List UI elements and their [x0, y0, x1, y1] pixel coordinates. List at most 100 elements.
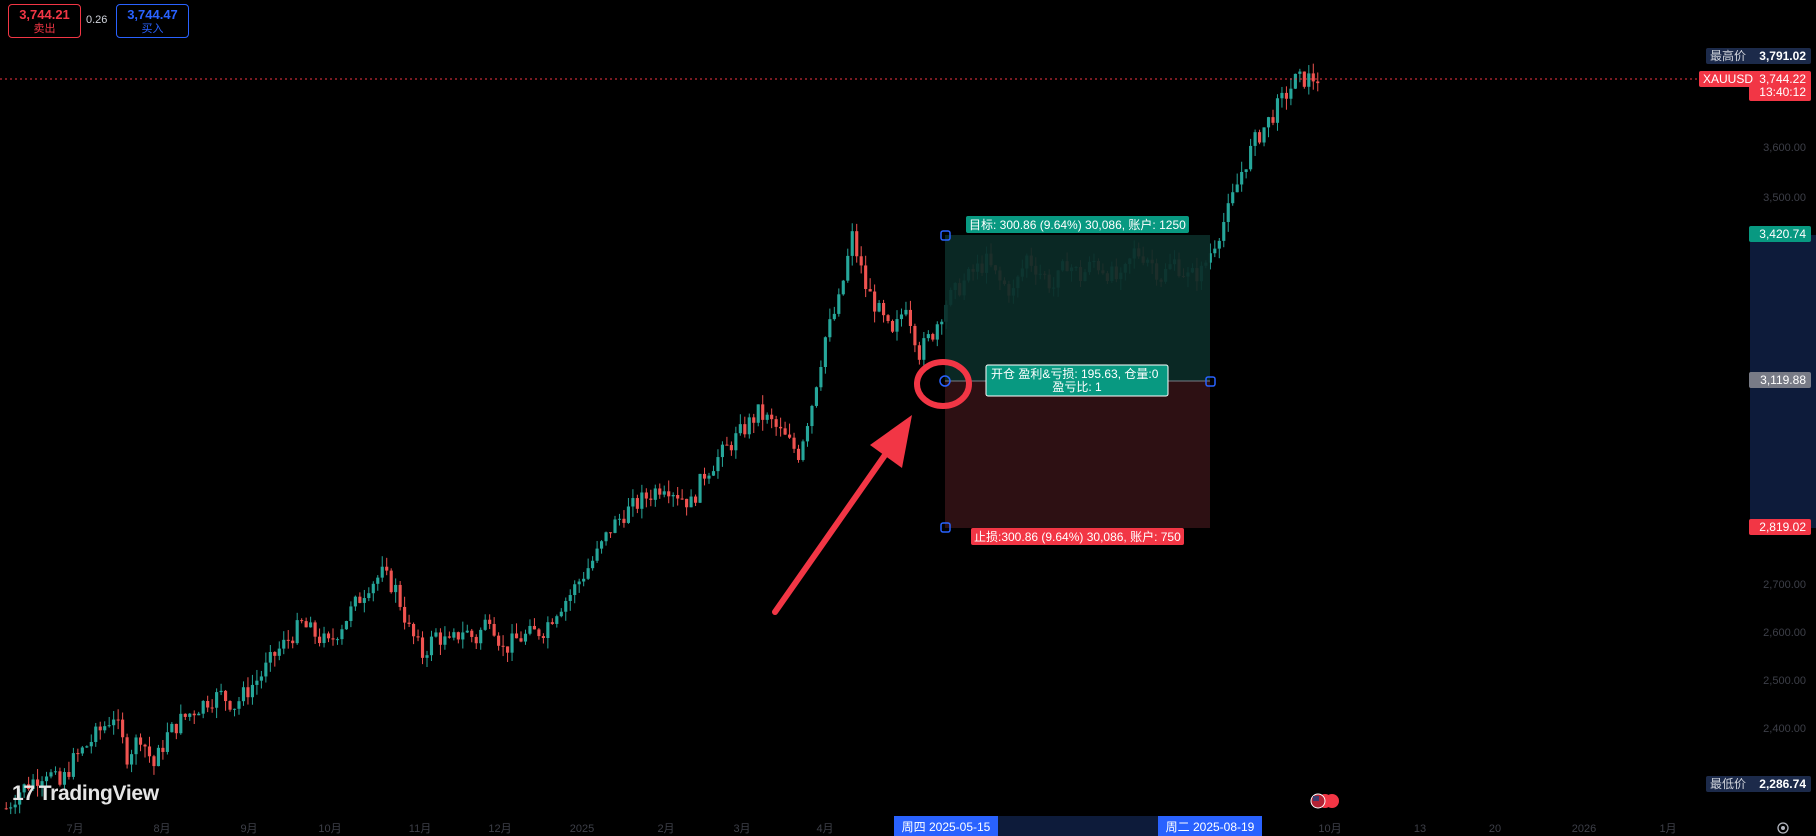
candle-body [631, 498, 635, 507]
stop-label: 止损:300.86 (9.64%) 30,086, 账户: 750 [974, 529, 1181, 544]
price-axis[interactable]: 3,600.00 3,500.00 2,700.00 2,600.00 2,50… [1746, 0, 1816, 836]
candle-body [1249, 145, 1253, 170]
current-price-value: 3,744.22 [1759, 72, 1806, 86]
candle-body [855, 231, 859, 257]
candle-body [779, 426, 783, 429]
candle-body [152, 756, 156, 767]
tradingview-logo[interactable]: 17 TradingView [12, 782, 159, 806]
buy-price: 3,744.47 [127, 7, 178, 22]
candle-body [479, 629, 483, 644]
candle-body [774, 419, 778, 427]
candle-body [1262, 127, 1266, 143]
candle-body [796, 448, 801, 460]
candle-body [85, 746, 89, 748]
candle-body [143, 744, 147, 747]
candle-body [792, 437, 796, 449]
candle-body [662, 491, 666, 495]
candle-body [550, 622, 554, 624]
candle-body [241, 687, 246, 702]
buy-button[interactable]: 3,744.47 买入 [116, 4, 189, 38]
candle-body [367, 593, 371, 599]
candle-body [564, 600, 568, 612]
candle-body [716, 457, 720, 472]
time-tick-label: 11月 [409, 823, 431, 835]
candle-body [67, 772, 71, 777]
candle-body [667, 491, 671, 497]
loss-zone[interactable] [945, 381, 1210, 528]
chart-stage[interactable]: 目标: 300.86 (9.64%) 30,086, 账户: 1250 开仓 盈… [0, 0, 1816, 836]
candle-body [1231, 192, 1235, 204]
sell-price: 3,744.21 [19, 7, 70, 22]
candle-body [1226, 203, 1230, 223]
us-events-icon[interactable] [1310, 793, 1339, 809]
time-axis[interactable]: 7月 8月 9月 10月 11月 12月 2025 2月 3月 4月 10月 13 20 2026 1月 周… [0, 816, 1746, 836]
candle-body [1311, 73, 1315, 82]
candle-body [899, 314, 904, 320]
candle-body [506, 646, 510, 653]
candle-body [917, 345, 921, 360]
entry-price-value: 3,119.88 [1760, 373, 1806, 387]
candle-body [882, 302, 886, 316]
candle-body [591, 560, 595, 569]
low-price-value: 2,286.74 [1759, 777, 1806, 791]
candle-body [219, 690, 223, 693]
sell-label: 卖出 [33, 23, 56, 35]
candle-body [1284, 92, 1288, 99]
candle-body [895, 319, 899, 332]
candle-body [1280, 92, 1284, 99]
candle-body [188, 713, 192, 717]
time-tick-label: 2026 [1572, 823, 1596, 835]
candle-body [1222, 222, 1226, 241]
candle-body [416, 636, 420, 638]
candle-body [600, 541, 604, 549]
candle-body [841, 280, 845, 295]
candle-body [71, 753, 75, 777]
candle-body [170, 723, 174, 733]
candle-body [80, 747, 84, 754]
time-tick-label: 10月 [1318, 823, 1341, 835]
candle-body [232, 708, 237, 710]
candle-body [770, 414, 774, 420]
candle-body [689, 496, 693, 508]
candle-body [474, 636, 478, 644]
candle-body [443, 636, 447, 645]
candle-body [89, 741, 93, 747]
candle-body [201, 701, 205, 714]
candle-body [465, 630, 469, 633]
candle-body [385, 566, 389, 571]
time-tick-label: 10月 [318, 823, 341, 835]
candle-body [44, 776, 49, 782]
candle-body [313, 622, 317, 637]
candle-body [130, 754, 134, 765]
candle-body [362, 598, 366, 603]
candle-body [783, 428, 787, 435]
profit-zone[interactable] [945, 235, 1210, 381]
candle-body [156, 747, 160, 767]
candle-body [461, 632, 465, 640]
candle-body [747, 417, 751, 435]
candle-body [403, 606, 407, 623]
candle-body [644, 492, 648, 499]
price-tick-3500: 3,500.00 [1763, 192, 1806, 204]
candle-body [519, 638, 523, 642]
entry-label-line2: 盈亏比: 1 [1052, 380, 1102, 394]
candle-body [483, 619, 487, 630]
candle-body [340, 629, 344, 640]
candle-body [537, 629, 541, 637]
candle-body [685, 498, 689, 508]
candle-body [389, 570, 393, 593]
candle-body [470, 630, 474, 637]
time-tick-label: 3月 [733, 823, 750, 835]
candle-body [720, 444, 724, 458]
candle-body [819, 367, 823, 388]
candle-body [380, 566, 384, 578]
candle-body [904, 309, 908, 315]
candle-body [9, 807, 13, 809]
candle-body [1293, 73, 1297, 89]
candle-body [358, 596, 362, 603]
candle-body [452, 632, 456, 638]
candle-body [438, 632, 442, 645]
price-chart[interactable]: 目标: 300.86 (9.64%) 30,086, 账户: 1250 开仓 盈… [0, 0, 1816, 836]
sell-button[interactable]: 3,744.21 卖出 [8, 4, 81, 38]
candle-body [756, 404, 760, 423]
